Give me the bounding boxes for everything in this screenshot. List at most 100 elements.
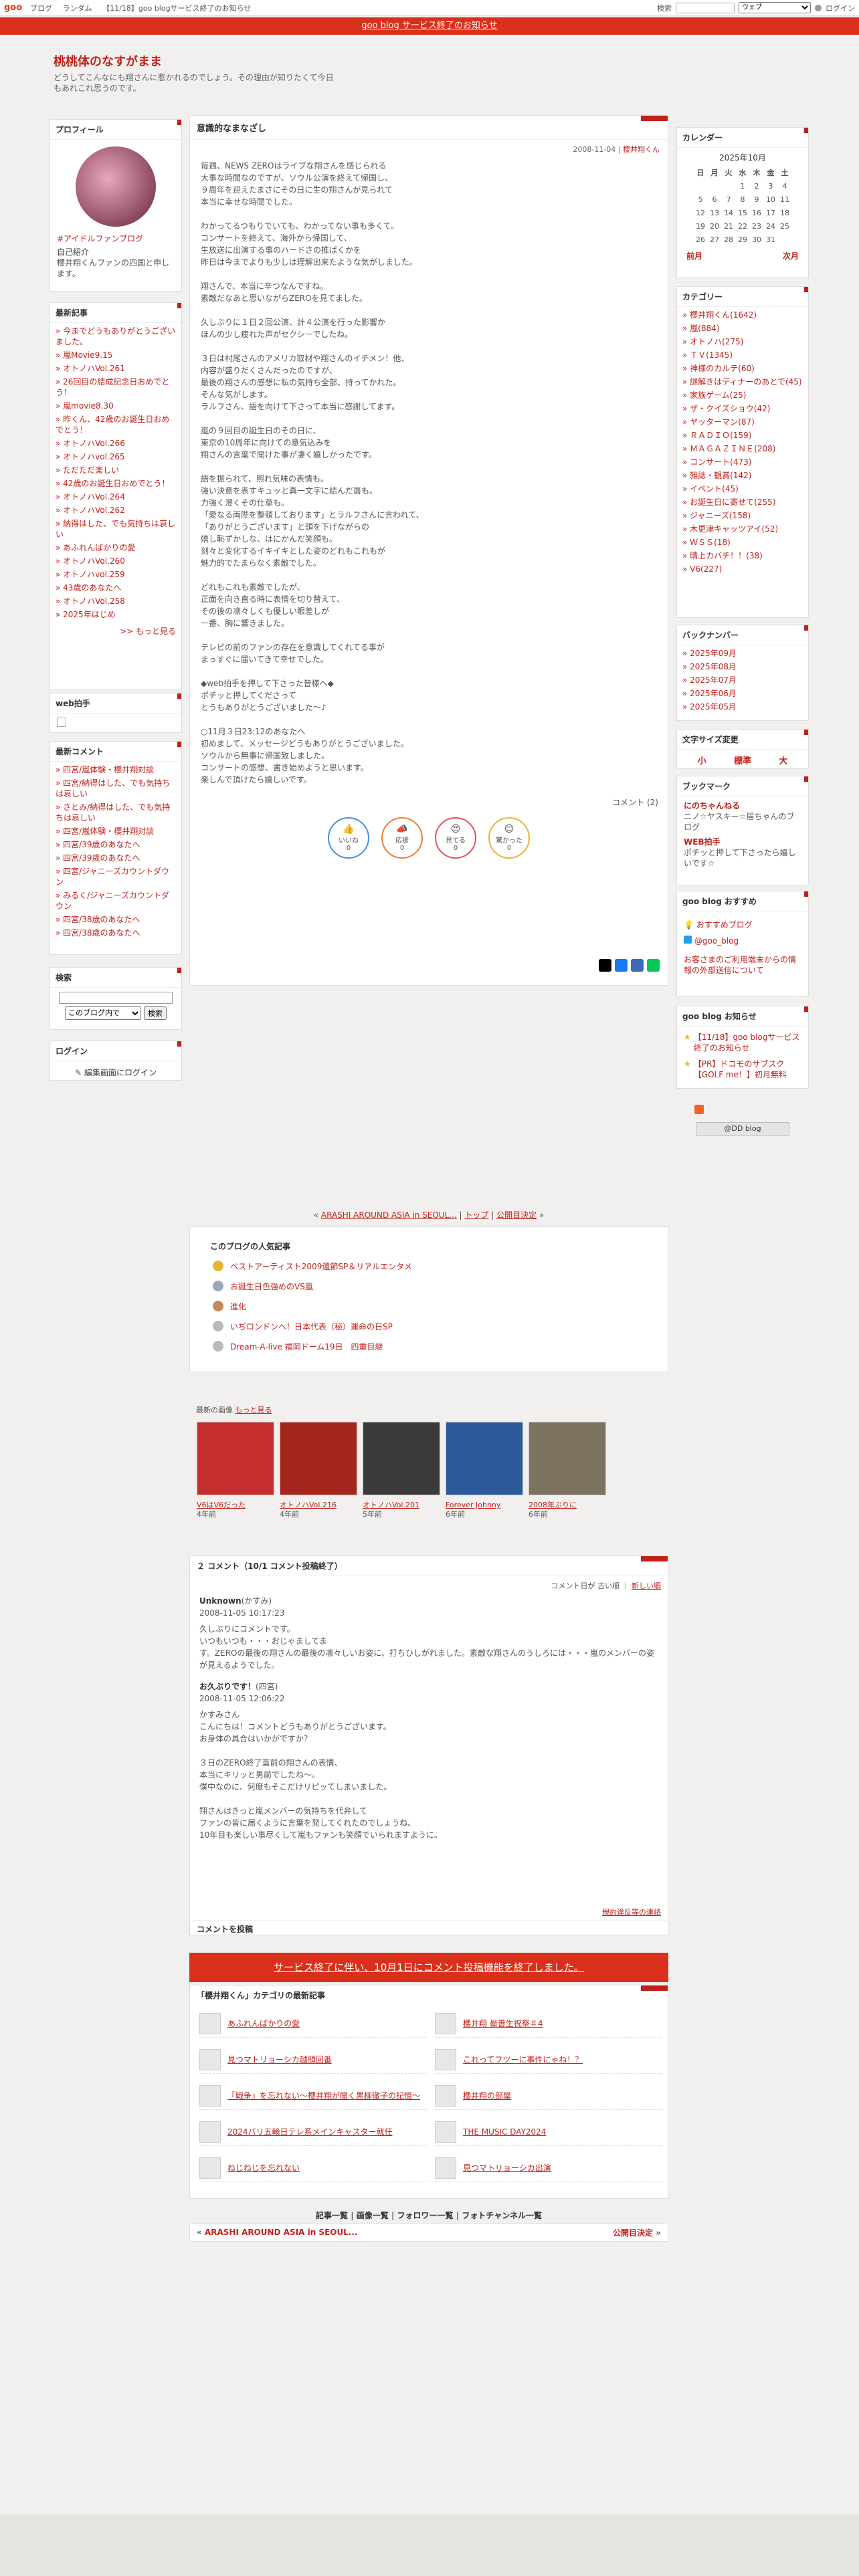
calendar-day[interactable]: 13 [708,206,722,219]
thumb-image[interactable] [280,1422,357,1495]
image-thumb[interactable]: V6はV6だった 4年前 [197,1422,274,1519]
rss-icon[interactable] [694,1105,704,1114]
category-link[interactable]: 謎解きはディナーのあとで(45) [682,377,802,387]
goo-logo[interactable]: goo [4,3,22,13]
popular-link[interactable]: Dream-A-live 福岡ドーム19日 四重目継 [230,1341,383,1352]
facebook-share-icon[interactable] [615,959,628,972]
reaction-button[interactable]: 👍 いいね 0 [328,817,369,859]
pager-next[interactable]: 公開目決定 [496,1210,537,1220]
recent-post-link[interactable]: オトノハVol.260 [56,556,125,566]
calendar-day[interactable]: 24 [764,219,778,233]
edit-login-link[interactable]: 編集画面にログイン [84,1068,157,1077]
calendar-next[interactable]: 次月 [783,250,799,261]
category-link[interactable]: 嵐(884) [682,324,719,333]
calendar-day[interactable] [694,179,708,193]
calendar-day[interactable]: 17 [764,206,778,219]
calendar-day[interactable]: 31 [764,233,778,246]
bookmark-1[interactable]: にのちゃんねる [684,801,740,811]
calendar-day[interactable]: 2 [750,179,764,193]
pager-top[interactable]: トップ [464,1210,488,1220]
archive-link[interactable]: 2025年08月 [682,662,737,671]
recent-post-link[interactable]: オトノハvol.259 [56,570,125,579]
news-2[interactable]: 【PR】ドコモのサブスク【GOLF me！】初月無料 [694,1059,801,1080]
calendar-day[interactable]: 1 [736,179,750,193]
thumb-image[interactable] [529,1422,606,1495]
calendar-day[interactable]: 7 [722,193,736,206]
footer-images[interactable]: 画像一覧 [357,2211,389,2220]
x-share-icon[interactable] [599,959,611,972]
nav-blog[interactable]: ブログ [30,4,52,13]
calendar-day[interactable]: 14 [722,206,736,219]
nav-random[interactable]: ランダム [63,4,92,13]
recent-post-link[interactable]: オトノハVol.261 [56,364,125,373]
image-thumb[interactable]: Forever Johnny 6年前 [446,1422,523,1519]
calendar-day[interactable]: 15 [736,206,750,219]
images-more[interactable]: もっと見る [235,1406,272,1414]
calendar-day[interactable]: 3 [764,179,778,193]
calendar-day[interactable]: 9 [750,193,764,206]
category-latest-link[interactable]: 櫻井翔 最善生祝祭＃4 [463,2018,543,2029]
recent-comment-link[interactable]: 四宮/38歳のあなたへ [56,915,140,924]
line-share-icon[interactable] [647,959,660,972]
image-thumb[interactable]: オトノハVol.216 4年前 [280,1422,357,1519]
category-link[interactable]: ザ・クイズショウ(42) [682,404,770,413]
category-latest-link[interactable]: THE MUSIC DAY2024 [463,2127,546,2137]
recent-comment-link[interactable]: 四宮/嵐体験・櫻井翔対談 [56,765,154,774]
calendar-day[interactable] [778,233,792,246]
calendar-day[interactable]: 4 [778,179,792,193]
font-normal[interactable]: 標準 [734,754,751,766]
image-thumb[interactable]: 2008年ぶりに 6年前 [529,1422,606,1519]
category-link[interactable]: 家族ゲーム(25) [682,391,746,400]
recent-more-link[interactable]: >> もっと見る [120,627,176,636]
category-link[interactable]: 櫻井翔くん(1642) [682,310,757,320]
report-link[interactable]: 規約違反等の連絡 [602,1908,661,1917]
recent-comment-link[interactable]: 四宮/39歳のあなたへ [56,853,140,863]
recent-post-link[interactable]: 嵐Movie9.15 [56,350,112,360]
footer-badge[interactable]: @DD blog [696,1122,789,1136]
reaction-button[interactable]: 📣 応援 0 [381,817,423,859]
thumb-link[interactable]: オトノハVol.201 [363,1501,440,1510]
recent-post-link[interactable]: オトノハVol.262 [56,506,125,515]
calendar-day[interactable]: 5 [694,193,708,206]
blog-title[interactable]: 桃桃体のなすがまま [54,52,162,70]
recent-post-link[interactable]: 2025年はじめ [56,610,116,619]
calendar-day[interactable]: 16 [750,206,764,219]
popular-link[interactable]: 進化 [230,1301,246,1312]
category-latest-link[interactable]: あふれんばかりの愛 [227,2018,300,2029]
category-link[interactable]: ＷＳＳ(18) [682,538,731,547]
category-link[interactable]: 雑誌・観賞(142) [682,471,751,480]
category-link[interactable]: ＲＡＤＩＯ(159) [682,431,751,440]
reaction-button[interactable]: 😍 見てる 0 [435,817,476,859]
hatena-share-icon[interactable] [631,959,644,972]
article-comments-link[interactable]: コメント (2) [612,798,658,807]
recent-post-link[interactable]: オトノハVol.264 [56,492,125,502]
calendar-day[interactable]: 20 [708,219,722,233]
recent-post-link[interactable]: オトノハvol.265 [56,452,125,461]
news-1[interactable]: 【11/18】goo blogサービス終了のお知らせ [694,1032,801,1053]
category-link[interactable]: オトノハ(275) [682,337,743,346]
footer-photo[interactable]: フォトチャンネル一覧 [462,2211,542,2220]
category-link[interactable]: 神様のカルテ(60) [682,364,755,373]
calendar-day[interactable] [708,179,722,193]
comments-sort-new[interactable]: 新しい順 [632,1582,661,1590]
calendar-day[interactable]: 27 [708,233,722,246]
recent-comment-link[interactable]: みるく/ジャニーズカウントダウン [56,891,169,911]
popular-link[interactable]: いぢロンドンへ！日本代表（秘）運命の日SP [230,1321,393,1332]
thumb-link[interactable]: オトノハVol.216 [280,1501,357,1510]
category-link[interactable]: ＭＡＧＡＺＩＮＥ(208) [682,444,775,453]
calendar-day[interactable]: 18 [778,206,792,219]
article-title[interactable]: 意識的なまなざし [190,116,668,140]
footer-next[interactable]: 公開目決定 [613,2228,653,2238]
calendar-day[interactable]: 6 [708,193,722,206]
login-link[interactable]: ログイン [826,3,855,13]
bookmark-2[interactable]: WEB拍手 [684,837,801,847]
thumb-image[interactable] [197,1422,274,1495]
search-scope-select[interactable]: ウェブ [739,2,811,13]
category-link[interactable]: ＴＶ(1345) [682,350,733,360]
recent-post-link[interactable]: 今までどうもありがとうございました。 [56,326,175,346]
blog-search-button[interactable]: 検索 [144,1006,167,1020]
recent-post-link[interactable]: 43歳のあなたへ [56,583,121,593]
recent-comment-link[interactable]: 四宮/嵐体験・櫻井翔対談 [56,827,154,836]
category-link[interactable]: 晴上カバチ！！(38) [682,551,763,560]
thumb-link[interactable]: 2008年ぶりに [529,1501,606,1510]
